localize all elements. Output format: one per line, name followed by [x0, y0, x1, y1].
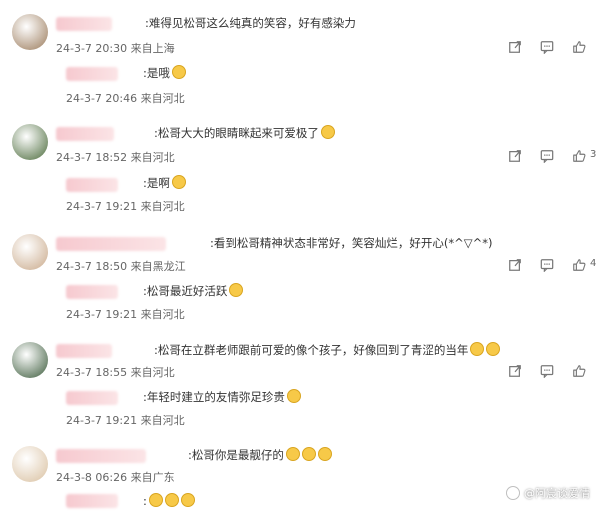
reply-meta: 24-3-7 19:21 来自河北 — [66, 414, 185, 427]
reply-username[interactable] — [66, 391, 118, 405]
comment-icon[interactable] — [540, 257, 554, 273]
share-icon[interactable] — [508, 39, 522, 53]
comment-actions: 3 — [500, 148, 600, 164]
reply-username[interactable] — [66, 285, 118, 299]
reply-text: : — [143, 493, 195, 508]
like-icon[interactable] — [572, 363, 586, 377]
smile-emoji-icon — [301, 447, 316, 461]
comment-actions — [500, 39, 600, 55]
reply-meta: 24-3-7 20:46 来自河北 — [66, 92, 185, 105]
reply-text: :年轻时建立的友情弥足珍贵 — [143, 389, 301, 405]
reply-meta: 24-3-7 19:21 来自河北 — [66, 308, 185, 321]
reply-text: :是哦 — [143, 65, 186, 81]
share-icon[interactable] — [508, 257, 522, 271]
username[interactable] — [56, 344, 112, 358]
reply-meta: 24-3-7 19:21 来自河北 — [66, 200, 185, 213]
cake-emoji-icon — [180, 493, 195, 507]
like-icon[interactable] — [572, 257, 586, 271]
smile-emoji-icon — [317, 447, 332, 461]
smile-emoji-icon — [320, 125, 335, 139]
smile-emoji-icon — [171, 65, 186, 79]
comment-text: :松哥在立群老师跟前可爱的像个孩子，好像回到了青涩的当年 — [154, 342, 501, 358]
smile-emoji-icon — [171, 175, 186, 189]
avatar[interactable] — [12, 124, 48, 160]
thumbs-up-emoji-icon — [470, 342, 485, 356]
username[interactable] — [56, 17, 112, 31]
like-count: 4 — [590, 258, 597, 269]
share-icon[interactable] — [508, 363, 522, 377]
reply-username[interactable] — [66, 67, 118, 81]
like-count: 3 — [590, 149, 597, 160]
comment-icon[interactable] — [540, 148, 554, 164]
comment-actions — [500, 363, 600, 379]
like-icon[interactable] — [572, 148, 586, 162]
comment-thread-2: :松哥大大的眼睛眯起来可爱极了 24-3-7 18:52 来自河北 3 :是啊 … — [0, 110, 600, 222]
cake-emoji-icon — [164, 493, 179, 507]
watermark-logo-icon — [506, 486, 520, 500]
comment-text: :难得见松哥这么纯真的笑容，好有感染力 — [145, 16, 356, 30]
comment-actions: 4 — [500, 257, 600, 273]
avatar[interactable] — [12, 446, 48, 482]
comment-meta: 24-3-7 20:30 来自上海 — [56, 42, 175, 55]
avatar[interactable] — [12, 342, 48, 378]
reply-username[interactable] — [66, 178, 118, 192]
thumbs-up-emoji-icon — [286, 389, 301, 403]
watermark: @阿宸谈爱情 — [506, 485, 590, 501]
smile-emoji-icon — [229, 283, 244, 297]
username[interactable] — [56, 449, 146, 463]
like-icon[interactable] — [572, 39, 586, 53]
username[interactable] — [56, 237, 166, 251]
avatar[interactable] — [12, 234, 48, 270]
comment-text: :松哥你是最靓仔的 — [188, 447, 332, 463]
comment-meta: 24-3-7 18:52 来自河北 — [56, 151, 175, 164]
avatar[interactable] — [12, 14, 48, 50]
smile-emoji-icon — [148, 493, 163, 507]
comment-text: :松哥大大的眼睛眯起来可爱极了 — [154, 125, 335, 141]
comment-meta: 24-3-8 06:26 来自广东 — [56, 471, 175, 484]
comment-thread-1: :难得见松哥这么纯真的笑容，好有感染力 24-3-7 20:30 来自上海 :是… — [0, 0, 600, 110]
smile-emoji-icon — [285, 447, 300, 461]
reply-text: :松哥最近好活跃 — [143, 283, 244, 299]
comment-meta: 24-3-7 18:55 来自河北 — [56, 366, 175, 379]
comment-text: :看到松哥精神状态非常好，笑容灿烂，好开心(*^▽^*) — [210, 236, 493, 250]
watermark-text: @阿宸谈爱情 — [524, 487, 590, 500]
comment-thread-4: :松哥在立群老师跟前可爱的像个孩子，好像回到了青涩的当年 24-3-7 18:5… — [0, 334, 600, 440]
comment-meta: 24-3-7 18:50 来自黑龙江 — [56, 260, 186, 273]
comment-icon[interactable] — [540, 363, 554, 379]
comment-thread-3: :看到松哥精神状态非常好，笑容灿烂，好开心(*^▽^*) 24-3-7 18:5… — [0, 222, 600, 334]
reply-text: :是啊 — [143, 175, 186, 191]
username[interactable] — [56, 127, 114, 141]
comment-icon[interactable] — [540, 39, 554, 55]
flower-emoji-icon — [486, 342, 501, 356]
reply-username[interactable] — [66, 494, 118, 508]
share-icon[interactable] — [508, 148, 522, 162]
